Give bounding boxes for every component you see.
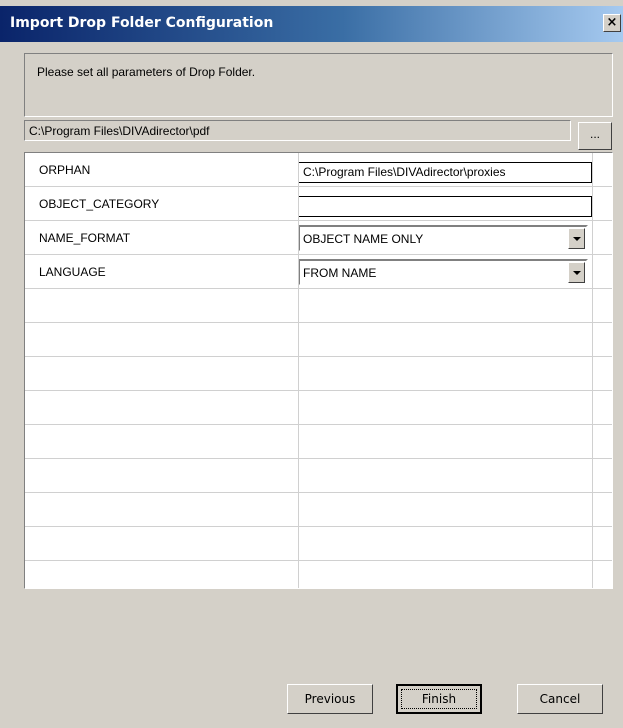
close-button[interactable]: × [603,14,621,32]
empty-param-row [25,391,612,425]
param-row-orphan: ORPHAN C:\Program Files\DIVAdirector\pro… [25,153,612,187]
empty-param-row [25,289,612,323]
param-row-name-format: NAME_FORMAT OBJECT NAME ONLY [25,221,612,255]
empty-param-row [25,493,612,527]
name-format-dropdown-button[interactable] [568,228,585,249]
previous-button[interactable]: Previous [287,684,373,714]
language-selected-value: FROM NAME [303,266,377,280]
param-label: NAME_FORMAT [39,231,131,245]
param-label: OBJECT_CATEGORY [39,197,160,211]
title-bar[interactable]: Import Drop Folder Configuration × [0,6,623,42]
browse-button[interactable]: ... [578,122,612,150]
empty-param-row [25,357,612,391]
import-drop-folder-dialog: Import Drop Folder Configuration × Pleas… [0,0,623,728]
finish-button[interactable]: Finish [396,684,482,714]
close-icon: × [606,15,618,30]
param-label: ORPHAN [39,163,91,177]
drop-folder-path-field[interactable]: C:\Program Files\DIVAdirector\pdf [24,120,571,141]
name-format-selected-value: OBJECT NAME ONLY [303,232,424,246]
language-dropdown-button[interactable] [568,262,585,283]
chevron-down-icon [573,237,581,241]
grid-column-divider [592,153,593,588]
instruction-panel: Please set all parameters of Drop Folder… [24,53,613,117]
param-row-object-category: OBJECT_CATEGORY [25,187,612,221]
param-row-language: LANGUAGE FROM NAME [25,255,612,289]
chevron-down-icon [573,271,581,275]
name-format-dropdown[interactable]: OBJECT NAME ONLY [298,225,588,252]
empty-param-row [25,561,612,588]
cancel-button[interactable]: Cancel [517,684,603,714]
parameters-grid: ORPHAN C:\Program Files\DIVAdirector\pro… [24,152,613,589]
instruction-text: Please set all parameters of Drop Folder… [37,65,256,79]
dialog-title: Import Drop Folder Configuration [10,15,274,31]
object-category-input[interactable] [298,196,592,217]
focus-rectangle [401,689,477,709]
empty-param-row [25,459,612,493]
orphan-path-input[interactable]: C:\Program Files\DIVAdirector\proxies [298,162,592,183]
empty-param-row [25,527,612,561]
empty-param-row [25,425,612,459]
grid-column-divider [298,153,299,588]
language-dropdown[interactable]: FROM NAME [298,259,588,286]
empty-param-row [25,323,612,357]
param-label: LANGUAGE [39,265,106,279]
